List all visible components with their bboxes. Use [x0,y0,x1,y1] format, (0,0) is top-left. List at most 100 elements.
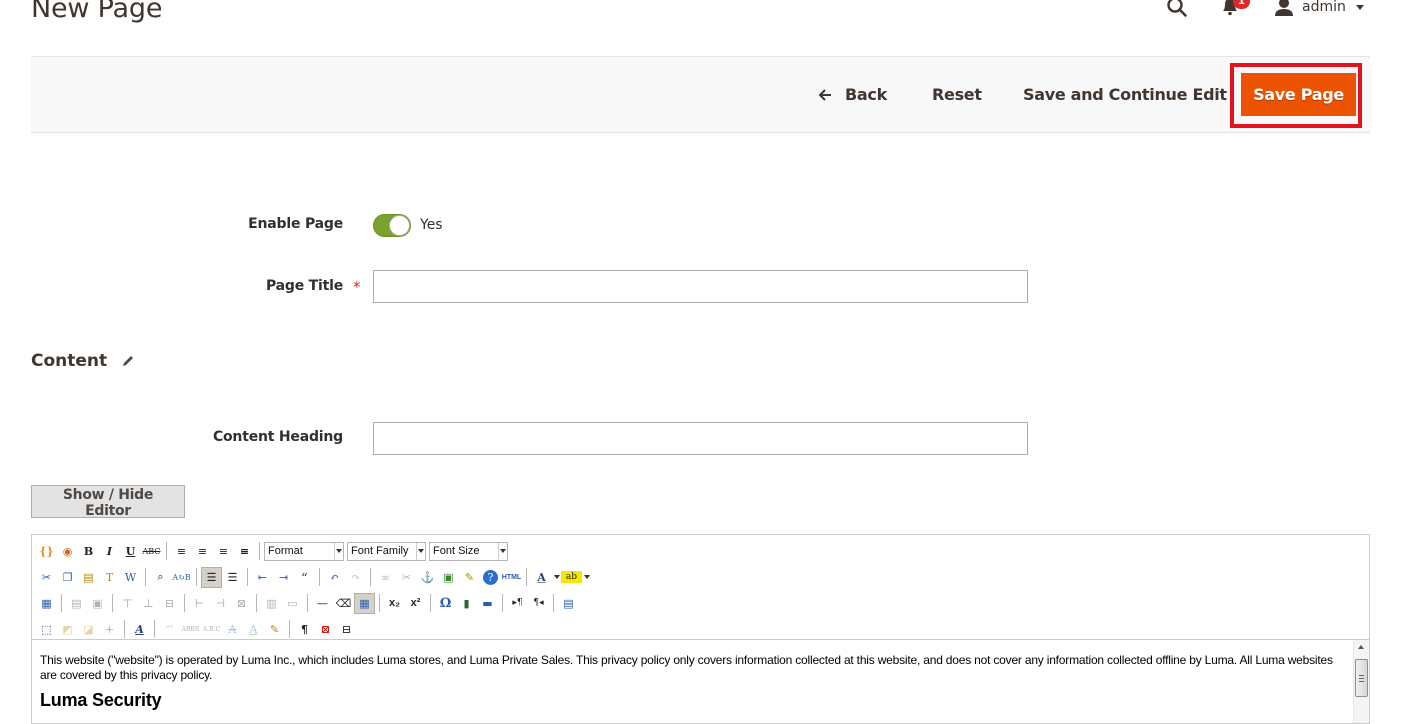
strikethrough-icon[interactable]: ABC [141,541,162,562]
row-props-icon[interactable]: ▤ [66,593,87,614]
paste-icon[interactable]: ▤ [78,567,99,588]
visual-chars-icon[interactable]: ¶ [294,619,315,640]
split-cells-icon[interactable]: ▥ [261,593,282,614]
visual-aid-icon[interactable]: ▦ [354,592,375,614]
background-color-icon[interactable]: ab [561,571,582,583]
align-justify-icon[interactable]: ≡ [234,541,255,562]
help-icon[interactable]: ? [483,569,498,585]
move-forward-icon[interactable]: ◩ [57,619,78,640]
remove-format-icon[interactable]: ⌫ [333,593,354,614]
reset-button[interactable]: Reset [932,57,982,132]
align-center-icon[interactable]: ≡ [192,541,213,562]
merge-cells-icon[interactable]: ▭ [282,593,303,614]
content-section-title: Content [31,351,108,371]
delete-col-icon[interactable]: ⊠ [231,593,252,614]
absolute-position-icon[interactable]: + [99,619,120,640]
page-title-label: Page Title [265,278,343,294]
notifications-button[interactable]: 1 [1220,0,1252,18]
replace-icon[interactable]: A↻B [171,567,192,588]
bullet-list-icon[interactable]: ☰ [201,566,222,588]
search-icon[interactable] [1166,0,1188,18]
insert-row-after-icon[interactable]: ⊥ [138,593,159,614]
blockquote-icon[interactable]: “ [294,567,315,588]
scroll-up-arrow[interactable] [1358,645,1364,649]
attributes-icon[interactable]: ✎ [264,619,285,640]
back-label: Back [845,85,887,104]
format-select[interactable]: Format [264,541,344,561]
insert-layer-icon[interactable]: ⬚ [36,619,57,640]
fullscreen-icon[interactable]: ▤ [558,593,579,614]
save-page-button[interactable]: Save Page [1241,73,1356,116]
italic-icon[interactable]: I [99,541,120,562]
content-section-header[interactable]: Content [31,351,135,371]
enable-page-value: Yes [420,217,443,233]
align-left-icon[interactable]: ≡ [171,541,192,562]
outdent-icon[interactable]: ⇤ [252,567,273,588]
deletion-icon[interactable]: A [222,619,243,640]
scroll-thumb[interactable] [1355,659,1368,697]
link-icon[interactable]: ∞ [375,567,396,588]
numbered-list-icon[interactable]: ☰ [222,567,243,588]
table-icon[interactable]: ▦ [36,593,57,614]
redo-icon[interactable]: ↷ [345,567,366,588]
user-icon [1275,0,1293,16]
superscript-icon[interactable]: x² [405,593,426,614]
nonbreaking-icon[interactable]: ⊠ [315,619,336,640]
page-break-icon[interactable]: ⊟ [336,619,357,640]
magento-variable-icon[interactable]: ◉ [57,541,78,562]
insertion-icon[interactable]: A [243,619,264,640]
rtl-icon[interactable]: ¶◂ [528,593,549,614]
editor-scrollbar[interactable] [1353,640,1369,723]
text-color-icon[interactable]: A [531,567,552,588]
find-icon[interactable]: ⌕ [150,567,171,588]
undo-icon[interactable]: ↶ [324,567,345,588]
paste-text-icon[interactable]: T [99,567,120,588]
anchor-icon[interactable]: ⚓ [417,567,438,588]
align-right-icon[interactable]: ≡ [213,541,234,562]
page-actions-bar: Back Reset Save and Continue Edit Save P… [31,56,1370,133]
acronym-icon[interactable]: A.B.C [201,619,222,640]
subscript-icon[interactable]: x₂ [384,593,405,614]
unlink-icon[interactable]: ✂ [396,567,417,588]
font-size-select[interactable]: Font Size [429,541,508,561]
copy-icon[interactable]: ❐ [57,567,78,588]
paste-word-icon[interactable]: W [120,567,141,588]
html-source-icon[interactable]: HTML [501,567,522,588]
user-menu[interactable]: admin [1274,0,1364,18]
background-color-dropdown[interactable] [582,568,591,586]
font-family-select[interactable]: Font Family [347,541,426,561]
insert-row-before-icon[interactable]: ⊤ [117,593,138,614]
magento-widget-icon[interactable]: {} [36,541,57,562]
bold-icon[interactable]: B [78,541,99,562]
text-color-dropdown[interactable] [552,568,561,586]
editor-content-area[interactable]: This website ("website") is operated by … [32,639,1369,723]
insert-col-before-icon[interactable]: ⊢ [189,593,210,614]
styles-icon[interactable]: A [129,619,150,640]
move-backward-icon[interactable]: ◪ [78,619,99,640]
chevron-down-icon [1355,4,1364,10]
special-char-icon[interactable]: Ω [435,593,456,614]
cleanup-icon[interactable]: ✎ [459,567,480,588]
enable-page-toggle[interactable] [373,214,411,237]
arrow-left-icon [818,88,831,101]
abbreviation-icon[interactable]: ABBR [180,619,201,640]
media-icon[interactable]: ▮ [456,593,477,614]
image-icon[interactable]: ▣ [438,567,459,588]
delete-row-icon[interactable]: ⊟ [159,593,180,614]
underline-icon[interactable]: U [120,541,141,562]
content-heading-label: Content Heading [212,429,343,445]
indent-icon[interactable]: ⇥ [273,567,294,588]
cell-props-icon[interactable]: ▣ [87,593,108,614]
cite-icon[interactable]: “” [159,619,180,640]
content-heading-input[interactable] [373,422,1028,455]
cut-icon[interactable]: ✂ [36,567,57,588]
back-button[interactable]: Back [817,57,887,132]
page-title-input[interactable] [373,270,1028,303]
show-hide-editor-button[interactable]: Show / Hide Editor [31,485,185,519]
insert-col-after-icon[interactable]: ⊣ [210,593,231,614]
horizontal-rule-icon[interactable]: — [312,593,333,614]
save-and-continue-button[interactable]: Save and Continue Edit [1023,57,1227,132]
advanced-hr-icon[interactable]: ▬ [477,593,498,614]
ltr-icon[interactable]: ▸¶ [507,593,528,614]
pencil-icon[interactable] [121,354,135,368]
